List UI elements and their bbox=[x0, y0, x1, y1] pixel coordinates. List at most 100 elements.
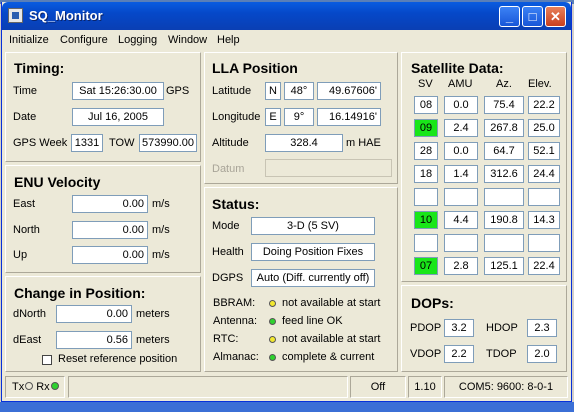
health-value: Doing Position Fixes bbox=[251, 243, 375, 261]
pdop-value: 3.2 bbox=[444, 319, 474, 337]
elev-cell: 22.2 bbox=[528, 96, 560, 114]
amu-cell: 4.4 bbox=[444, 211, 478, 229]
version-status: 1.10 bbox=[408, 376, 442, 398]
deast-label: dEast bbox=[13, 334, 42, 346]
enu-unit: m/s bbox=[152, 249, 170, 261]
bbram-indicator bbox=[269, 300, 276, 307]
elev-cell: 52.1 bbox=[528, 142, 560, 160]
amu-cell: 0.0 bbox=[444, 142, 478, 160]
datum-field bbox=[265, 159, 392, 177]
menu-logging[interactable]: Logging bbox=[118, 34, 157, 46]
title-bar[interactable]: SQ_Monitor _ □ ✕ bbox=[2, 2, 571, 30]
tow-label: TOW bbox=[109, 137, 135, 149]
timing-panel: Timing: Time Sat 15:26:30.00 GPS Date Ju… bbox=[5, 52, 201, 162]
sv-cell: 07 bbox=[414, 257, 438, 275]
altitude-label: Altitude bbox=[212, 137, 249, 149]
enu-value: 0.00 bbox=[72, 246, 148, 264]
tdop-value: 2.0 bbox=[527, 345, 557, 363]
window-title: SQ_Monitor bbox=[29, 8, 103, 23]
amu-cell: 1.4 bbox=[444, 165, 478, 183]
amu-cell bbox=[444, 234, 478, 252]
amu-header: AMU bbox=[448, 78, 473, 90]
status-message bbox=[68, 376, 348, 398]
sv-header: SV bbox=[418, 78, 433, 90]
antenna-indicator bbox=[269, 318, 276, 325]
off-status: Off bbox=[350, 376, 406, 398]
enu-label: Up bbox=[13, 249, 28, 261]
rtc-text: not available at start bbox=[282, 333, 381, 345]
menu-window[interactable]: Window bbox=[168, 34, 207, 46]
rtc-label: RTC: bbox=[213, 333, 239, 345]
latitude-minutes: 49.67606' bbox=[317, 82, 381, 100]
deast-value: 0.56 bbox=[56, 331, 132, 349]
az-cell: 75.4 bbox=[484, 96, 524, 114]
change-in-position-panel: Change in Position: dNorth 0.00 meters d… bbox=[5, 276, 201, 372]
satellite-data-panel: Satellite Data: SV AMU Az. Elev. 08 0.0 75… bbox=[401, 52, 567, 282]
rtc-indicator bbox=[269, 336, 276, 343]
maximize-button[interactable]: □ bbox=[522, 6, 543, 27]
gps-week-value: 1331 bbox=[71, 134, 103, 152]
menu-help[interactable]: Help bbox=[217, 34, 240, 46]
time-value: Sat 15:26:30.00 bbox=[72, 82, 164, 100]
date-label: Date bbox=[13, 111, 37, 123]
antenna-text: feed line OK bbox=[282, 315, 343, 327]
dnorth-unit: meters bbox=[136, 308, 170, 320]
date-value: Jul 16, 2005 bbox=[72, 108, 164, 126]
taskbar bbox=[0, 402, 574, 412]
elev-header: Elev. bbox=[528, 78, 552, 90]
port-status: COM5: 9600: 8-0-1 bbox=[444, 376, 568, 398]
az-cell: 267.8 bbox=[484, 119, 524, 137]
amu-cell: 2.4 bbox=[444, 119, 478, 137]
sv-cell: 10 bbox=[414, 211, 438, 229]
amu-cell: 2.8 bbox=[444, 257, 478, 275]
enu-value: 0.00 bbox=[72, 221, 148, 239]
lla-title: LLA Position bbox=[212, 60, 298, 76]
tow-value: 573990.00 bbox=[139, 134, 197, 152]
lla-position-panel: LLA Position Latitude N 48° 49.67606' Lo… bbox=[204, 52, 398, 184]
datum-label: Datum bbox=[212, 163, 245, 175]
antenna-label: Antenna: bbox=[213, 315, 258, 327]
reset-reference-label[interactable]: Reset reference position bbox=[58, 353, 177, 365]
minimize-button[interactable]: _ bbox=[499, 6, 520, 27]
gps-week-label: GPS Week bbox=[13, 137, 68, 149]
almanac-indicator bbox=[269, 354, 276, 361]
az-header: Az. bbox=[496, 78, 512, 90]
menu-initialize[interactable]: Initialize bbox=[9, 34, 49, 46]
az-cell: 125.1 bbox=[484, 257, 524, 275]
enu-label: North bbox=[13, 224, 40, 236]
latitude-degrees: 48° bbox=[284, 82, 314, 100]
sv-cell bbox=[414, 234, 438, 252]
app-icon[interactable] bbox=[8, 8, 23, 23]
hdop-value: 2.3 bbox=[527, 319, 557, 337]
enu-value: 0.00 bbox=[72, 195, 148, 213]
mode-label: Mode bbox=[212, 220, 240, 232]
sq-monitor-window: SQ_Monitor _ □ ✕ Initialize Configure Lo… bbox=[1, 2, 572, 402]
az-cell bbox=[484, 234, 524, 252]
elev-cell bbox=[528, 188, 560, 206]
reset-reference-checkbox[interactable] bbox=[42, 355, 52, 365]
elev-cell: 14.3 bbox=[528, 211, 560, 229]
close-button[interactable]: ✕ bbox=[545, 6, 566, 27]
timing-title: Timing: bbox=[14, 60, 65, 76]
hdop-label: HDOP bbox=[486, 322, 518, 334]
vdop-value: 2.2 bbox=[444, 345, 474, 363]
tx-indicator bbox=[25, 382, 34, 390]
status-panel: Status: Mode 3-D (5 SV) Health Doing Pos… bbox=[204, 187, 398, 372]
status-title: Status: bbox=[212, 196, 260, 212]
satellite-title: Satellite Data: bbox=[411, 60, 504, 76]
longitude-label: Longitude bbox=[212, 111, 261, 123]
az-cell bbox=[484, 188, 524, 206]
mode-value: 3-D (5 SV) bbox=[251, 217, 375, 235]
dgps-value: Auto (Diff. currently off) bbox=[251, 269, 375, 287]
az-cell: 64.7 bbox=[484, 142, 524, 160]
dgps-label: DGPS bbox=[212, 272, 244, 284]
sv-cell: 28 bbox=[414, 142, 438, 160]
almanac-text: complete & current bbox=[282, 351, 375, 363]
enu-velocity-panel: ENU Velocity East 0.00 m/s North 0.00 m/… bbox=[5, 165, 201, 273]
menu-configure[interactable]: Configure bbox=[60, 34, 108, 46]
rx-label: Rx bbox=[36, 381, 50, 393]
enu-title: ENU Velocity bbox=[14, 174, 101, 190]
longitude-degrees: 9° bbox=[284, 108, 314, 126]
enu-label: East bbox=[13, 198, 36, 210]
health-label: Health bbox=[212, 246, 244, 258]
